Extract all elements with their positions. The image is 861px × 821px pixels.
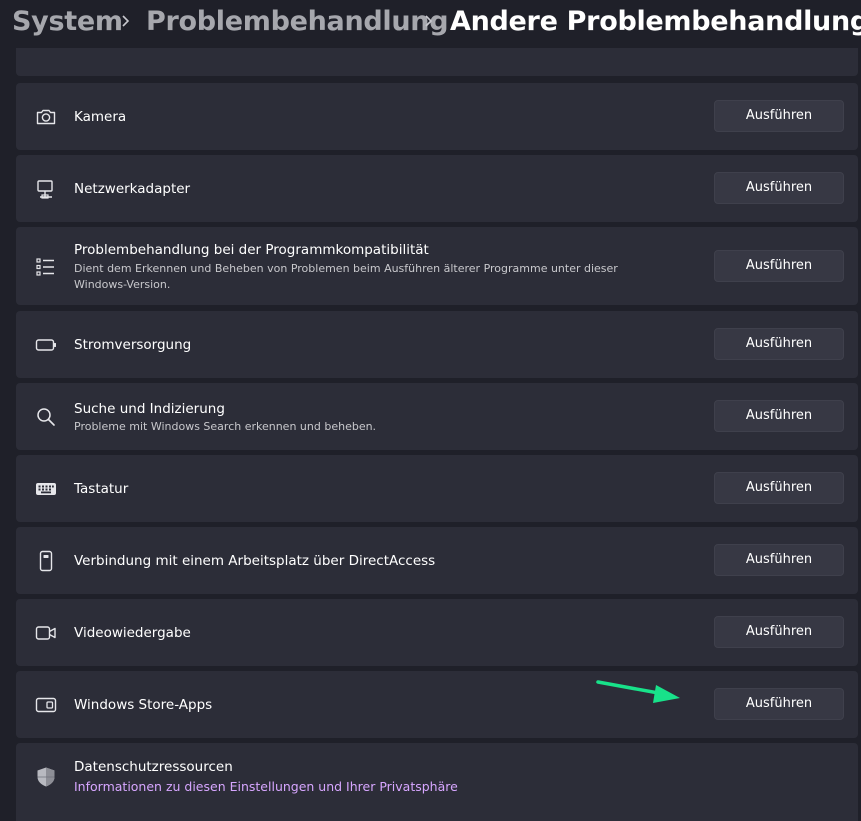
network-adapter-icon <box>34 177 58 201</box>
video-icon <box>34 621 58 645</box>
shield-icon <box>34 765 58 789</box>
list-item-windows-store-apps: Windows Store-Apps Ausführen <box>16 671 858 738</box>
run-button-camera[interactable]: Ausführen <box>714 100 844 132</box>
run-button-windows-store-apps[interactable]: Ausführen <box>714 688 844 720</box>
list-item-camera: Kamera Ausführen <box>16 83 858 150</box>
list-item-keyboard: Tastatur Ausführen <box>16 455 858 522</box>
row-title: Videowiedergabe <box>74 625 191 641</box>
run-button-video-playback[interactable]: Ausführen <box>714 616 844 648</box>
list-item-directaccess: Verbindung mit einem Arbeitsplatz über D… <box>16 527 858 594</box>
row-title: Kamera <box>74 109 127 125</box>
privacy-resources: Datenschutzressourcen Informationen zu d… <box>16 743 858 821</box>
row-title: Suche und Indizierung <box>74 401 225 417</box>
list-item-power: Stromversorgung Ausführen <box>16 311 858 378</box>
annotation-arrow-icon <box>596 680 680 703</box>
battery-icon <box>34 333 58 357</box>
run-button-keyboard[interactable]: Ausführen <box>714 472 844 504</box>
run-button-network-adapter[interactable]: Ausführen <box>714 172 844 204</box>
breadcrumb: System Problembehandlung Andere Problemb… <box>0 0 861 48</box>
chevron-right-icon <box>122 15 130 27</box>
store-apps-icon <box>34 693 58 717</box>
privacy-link[interactable]: Informationen zu diesen Einstellungen un… <box>74 778 458 796</box>
camera-icon <box>34 105 58 129</box>
run-button-program-compatibility[interactable]: Ausführen <box>714 250 844 282</box>
row-description: Probleme mit Windows Search erkennen und… <box>74 420 377 433</box>
row-title: Windows Store-Apps <box>74 697 213 713</box>
row-title: Stromversorgung <box>74 337 192 353</box>
list-icon <box>34 255 58 279</box>
list-item-network-adapter: Netzwerkadapter Ausführen <box>16 155 858 222</box>
list-item-video-playback: Videowiedergabe Ausführen <box>16 599 858 666</box>
list-item-search-indexing: Suche und Indizierung Probleme mit Windo… <box>16 383 858 450</box>
row-title: Verbindung mit einem Arbeitsplatz über D… <box>74 553 436 569</box>
keyboard-icon <box>34 477 58 501</box>
privacy-title: Datenschutzressourcen <box>74 759 233 775</box>
phone-icon <box>34 549 58 573</box>
row-title: Netzwerkadapter <box>74 181 191 197</box>
list-item-program-compatibility: Problembehandlung bei der Programmkompat… <box>16 227 858 305</box>
chevron-right-icon <box>425 15 433 27</box>
run-button-directaccess[interactable]: Ausführen <box>714 544 844 576</box>
row-title: Problembehandlung bei der Programmkompat… <box>74 242 429 258</box>
row-description: Dient dem Erkennen und Beheben von Probl… <box>74 262 618 291</box>
run-button-search-indexing[interactable]: Ausführen <box>714 400 844 432</box>
search-icon <box>34 405 58 429</box>
row-title: Tastatur <box>74 481 129 497</box>
breadcrumb-system[interactable]: System <box>12 4 123 40</box>
breadcrumb-troubleshoot[interactable]: Problembehandlung <box>146 4 449 40</box>
run-button-power[interactable]: Ausführen <box>714 328 844 360</box>
page-title: Andere Problembehandlungen <box>450 6 861 37</box>
settings-page: System Problembehandlung Andere Problemb… <box>0 0 861 821</box>
